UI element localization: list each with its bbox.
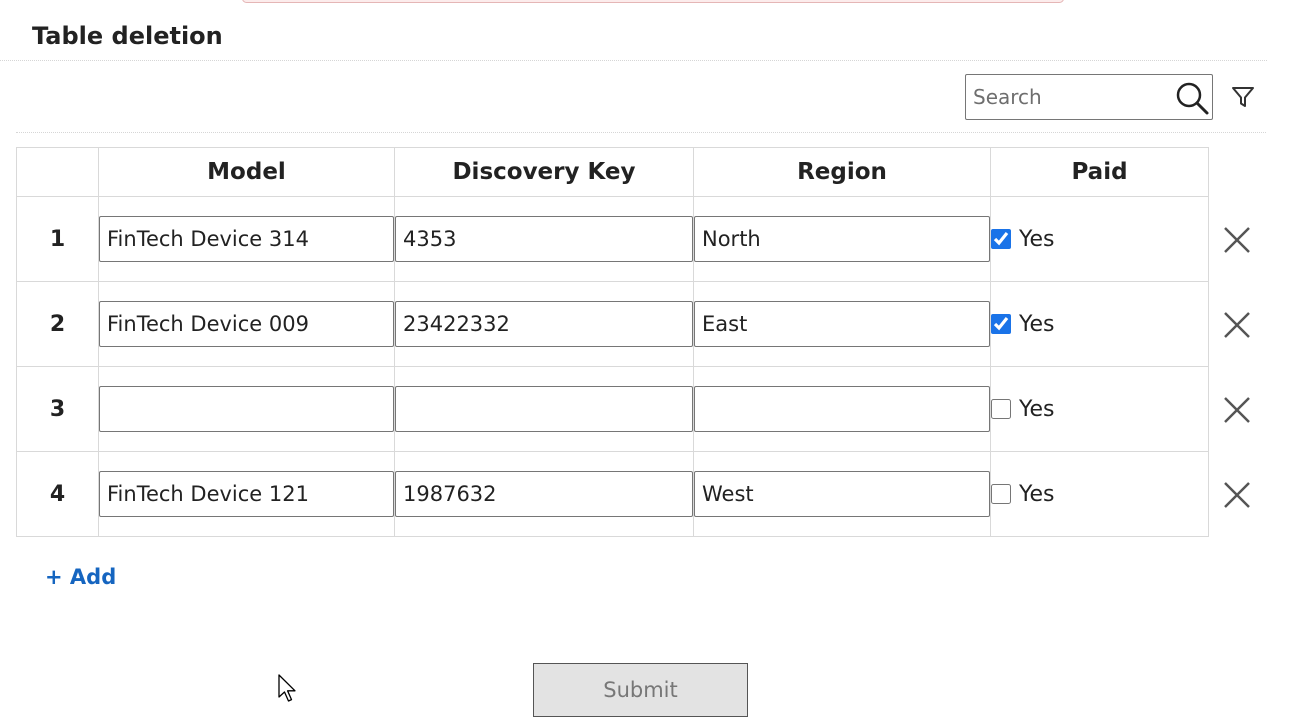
column-header-index xyxy=(16,147,99,197)
paid-label: Yes xyxy=(1019,311,1055,337)
paid-option[interactable]: Yes xyxy=(991,227,1208,252)
row-number: 1 xyxy=(16,196,99,282)
row-number: 2 xyxy=(16,281,99,367)
column-header-model: Model xyxy=(98,147,395,197)
delete-row-button[interactable] xyxy=(1221,309,1253,341)
header-divider xyxy=(0,60,1267,61)
column-header-paid: Paid xyxy=(990,147,1209,197)
search-input[interactable] xyxy=(966,75,1171,119)
row-number: 3 xyxy=(16,366,99,452)
table-row: 1 Yes xyxy=(16,196,1209,282)
paid-checkbox[interactable] xyxy=(991,229,1011,249)
paid-label: Yes xyxy=(1019,396,1055,422)
discovery-key-input[interactable] xyxy=(395,216,693,262)
region-input[interactable] xyxy=(694,471,990,517)
paid-checkbox[interactable] xyxy=(991,399,1011,419)
region-input[interactable] xyxy=(694,301,990,347)
search-box[interactable] xyxy=(965,74,1213,120)
paid-option[interactable]: Yes xyxy=(991,482,1208,507)
region-input[interactable] xyxy=(694,216,990,262)
paid-label: Yes xyxy=(1019,226,1055,252)
search-icon[interactable] xyxy=(1174,80,1210,116)
discovery-key-input[interactable] xyxy=(395,471,693,517)
paid-checkbox[interactable] xyxy=(991,484,1011,504)
paid-checkbox[interactable] xyxy=(991,314,1011,334)
data-table: Model Discovery Key Region Paid 1 Yes 2 … xyxy=(16,147,1209,537)
table-row: 3 Yes xyxy=(16,366,1209,452)
discovery-key-input[interactable] xyxy=(395,386,693,432)
model-input[interactable] xyxy=(99,471,394,517)
top-banner xyxy=(242,0,1064,3)
add-row-button[interactable]: + Add xyxy=(45,565,116,589)
filter-icon[interactable] xyxy=(1230,84,1256,110)
table-row: 2 Yes xyxy=(16,281,1209,367)
submit-button[interactable]: Submit xyxy=(533,663,748,717)
row-number: 4 xyxy=(16,451,99,537)
paid-option[interactable]: Yes xyxy=(991,312,1208,337)
delete-row-button[interactable] xyxy=(1221,479,1253,511)
delete-row-button[interactable] xyxy=(1221,394,1253,426)
discovery-key-input[interactable] xyxy=(395,301,693,347)
paid-label: Yes xyxy=(1019,481,1055,507)
delete-row-button[interactable] xyxy=(1221,224,1253,256)
table-header-row: Model Discovery Key Region Paid xyxy=(16,147,1209,197)
table-row: 4 Yes xyxy=(16,451,1209,537)
toolbar-divider xyxy=(16,132,1266,133)
page-title: Table deletion xyxy=(32,22,223,50)
column-header-discovery-key: Discovery Key xyxy=(394,147,694,197)
mouse-pointer-icon xyxy=(278,674,296,702)
column-header-region: Region xyxy=(693,147,991,197)
paid-option[interactable]: Yes xyxy=(991,397,1208,422)
model-input[interactable] xyxy=(99,216,394,262)
model-input[interactable] xyxy=(99,301,394,347)
region-input[interactable] xyxy=(694,386,990,432)
model-input[interactable] xyxy=(99,386,394,432)
